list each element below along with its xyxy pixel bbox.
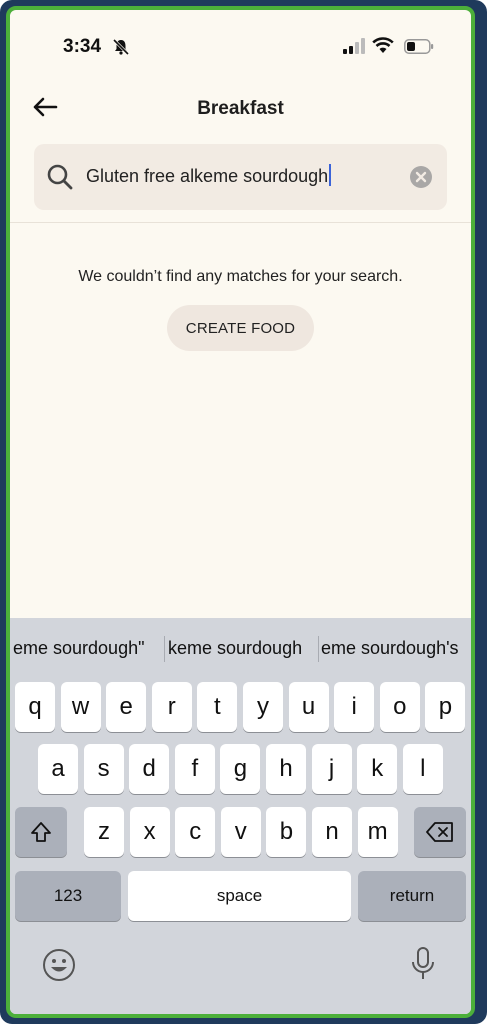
delete-key[interactable] [414,807,466,857]
key-b[interactable]: b [266,807,307,857]
key-g[interactable]: g [220,744,261,794]
silent-bell-icon [112,38,130,56]
page-title: Breakfast [197,98,284,119]
key-w[interactable]: w [60,682,101,732]
search-input[interactable]: Gluten free alkeme sourdough [86,164,332,187]
key-s[interactable]: s [83,744,124,794]
key-y[interactable]: y [243,682,283,732]
key-o[interactable]: o [379,682,420,732]
keyboard: eme sourdough" keme sourdough eme sourdo… [10,618,471,1014]
suggestion-2[interactable]: keme sourdough [168,638,302,659]
key-q[interactable]: q [15,682,55,732]
key-h[interactable]: h [266,744,306,794]
key-x[interactable]: x [129,807,170,857]
key-l[interactable]: l [402,744,443,794]
key-n[interactable]: n [312,807,352,857]
emoji-icon[interactable] [42,948,76,982]
suggestion-bar: eme sourdough" keme sourdough eme sourdo… [10,618,471,668]
suggestion-divider [164,636,165,662]
shift-key[interactable] [15,807,67,857]
clear-icon[interactable] [409,165,433,189]
battery-icon [404,39,434,54]
suggestion-3[interactable]: eme sourdough's [321,638,459,659]
key-j[interactable]: j [311,744,352,794]
key-r[interactable]: r [151,682,192,732]
shift-icon [31,822,51,842]
key-c[interactable]: c [175,807,216,857]
no-results-message: We couldn’t find any matches for your se… [78,268,403,285]
delete-icon [426,822,453,842]
return-key[interactable]: return [358,871,466,921]
wifi-icon [372,37,394,53]
microphone-icon[interactable] [410,946,436,982]
key-i[interactable]: i [334,682,375,732]
text-caret [329,164,332,186]
status-time: 3:34 [63,36,102,57]
key-z[interactable]: z [84,807,124,857]
space-key[interactable]: space [128,871,351,921]
key-f[interactable]: f [174,744,215,794]
create-food-button[interactable]: CREATE FOOD [167,305,314,351]
key-e[interactable]: e [106,682,147,732]
key-a[interactable]: a [38,744,78,794]
suggestion-divider [318,636,319,662]
divider [10,222,471,223]
key-t[interactable]: t [197,682,238,732]
numbers-key[interactable]: 123 [15,871,121,921]
key-d[interactable]: d [129,744,170,794]
key-v[interactable]: v [220,807,261,857]
key-p[interactable]: p [425,682,466,732]
key-m[interactable]: m [357,807,398,857]
search-icon [47,164,73,190]
app-screen: 3:34 Breakfast Gluten free alkeme sourdo… [6,6,475,1018]
key-k[interactable]: k [357,744,398,794]
search-value: Gluten free alkeme sourdough [86,166,329,186]
search-bar[interactable]: Gluten free alkeme sourdough [34,144,447,210]
key-u[interactable]: u [288,682,329,732]
suggestion-1[interactable]: eme sourdough" [13,638,144,659]
signal-icon [343,38,365,54]
